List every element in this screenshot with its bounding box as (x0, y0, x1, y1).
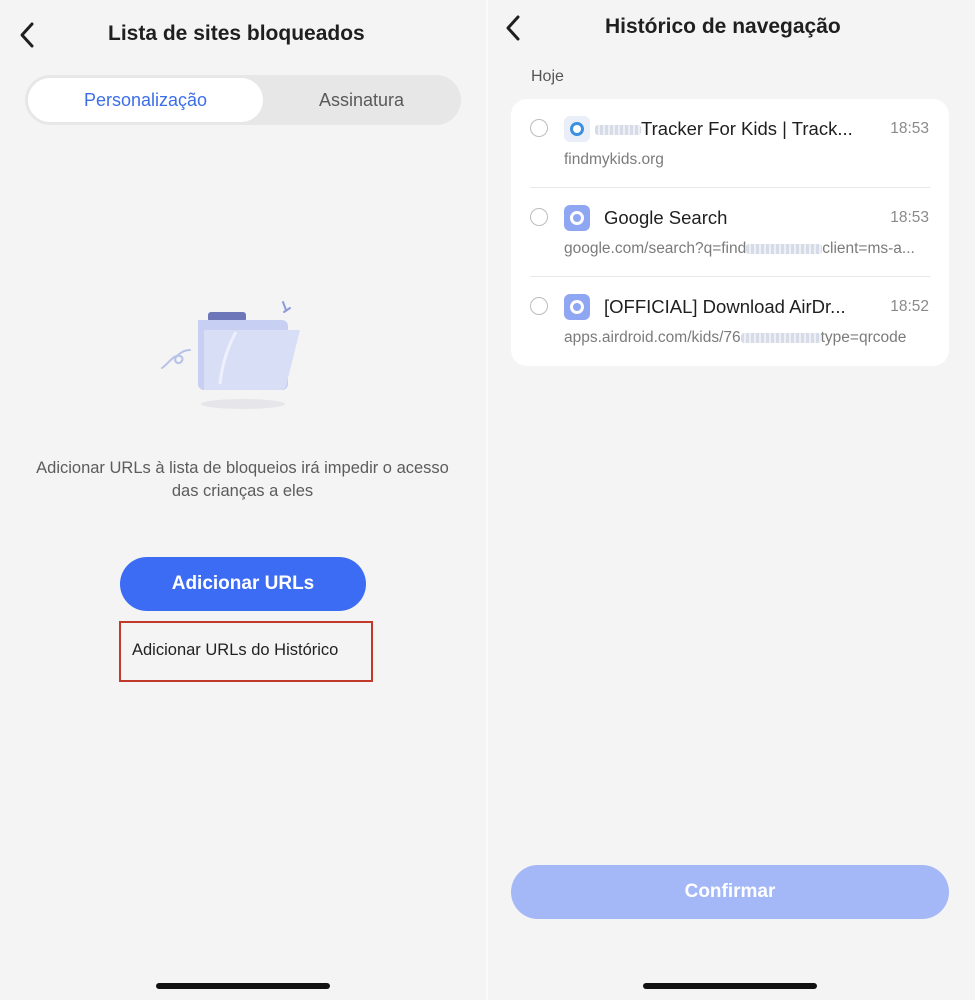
empty-folder-illustration (150, 290, 310, 420)
back-button[interactable] (503, 14, 523, 42)
history-item[interactable]: Tracker For Kids | Track... 18:53 findmy… (511, 99, 949, 188)
findmykids-favicon-icon (564, 116, 590, 142)
redacted-text (746, 243, 823, 254)
home-indicator (643, 983, 817, 989)
history-item-title: [OFFICIAL] Download AirDr... (604, 296, 846, 317)
history-item-time: 18:53 (890, 209, 929, 226)
chevron-left-icon (20, 22, 34, 48)
browsing-history-screen: Histórico de navegação Hoje Tracker For … (488, 0, 975, 1000)
history-item[interactable]: [OFFICIAL] Download AirDr... 18:52 apps.… (511, 277, 949, 366)
tab-personalizacao[interactable]: Personalização (28, 78, 263, 122)
home-indicator (156, 983, 330, 989)
history-item[interactable]: Google Search 18:53 google.com/search?q=… (511, 188, 949, 277)
chevron-left-icon (506, 15, 520, 41)
history-item-url: findmykids.org (564, 151, 664, 168)
history-list: Tracker For Kids | Track... 18:53 findmy… (511, 99, 949, 366)
tab-assinatura[interactable]: Assinatura (265, 78, 458, 122)
segmented-control: Personalização Assinatura (25, 75, 461, 125)
page-title: Histórico de navegação (605, 15, 841, 38)
add-urls-from-history-label: Adicionar URLs do Histórico (132, 641, 339, 659)
select-radio[interactable] (530, 297, 548, 315)
add-urls-button[interactable]: Adicionar URLs (120, 557, 366, 611)
history-item-url: google.com/search?q=find client=ms-a... (564, 240, 915, 257)
back-button[interactable] (17, 21, 37, 49)
page-title: Lista de sites bloqueados (108, 22, 365, 45)
date-section-label: Hoje (531, 68, 564, 85)
browser-globe-icon (564, 205, 590, 231)
redacted-text (595, 125, 641, 136)
browser-globe-icon (564, 294, 590, 320)
select-radio[interactable] (530, 119, 548, 137)
select-radio[interactable] (530, 208, 548, 226)
history-item-time: 18:53 (890, 120, 929, 137)
empty-state-message: Adicionar URLs à lista de bloqueios irá … (36, 459, 449, 500)
confirm-button[interactable]: Confirmar (511, 865, 949, 919)
add-urls-from-history-link[interactable]: Adicionar URLs do Histórico (119, 621, 373, 682)
history-item-title: Tracker For Kids | Track... (595, 118, 863, 140)
history-item-url: apps.airdroid.com/kids/76 type=qrcode (564, 329, 907, 346)
history-item-time: 18:52 (890, 298, 929, 315)
blocked-sites-screen: Lista de sites bloqueados Personalização… (0, 0, 486, 1000)
history-item-title: Google Search (604, 207, 728, 228)
redacted-text (740, 332, 821, 343)
